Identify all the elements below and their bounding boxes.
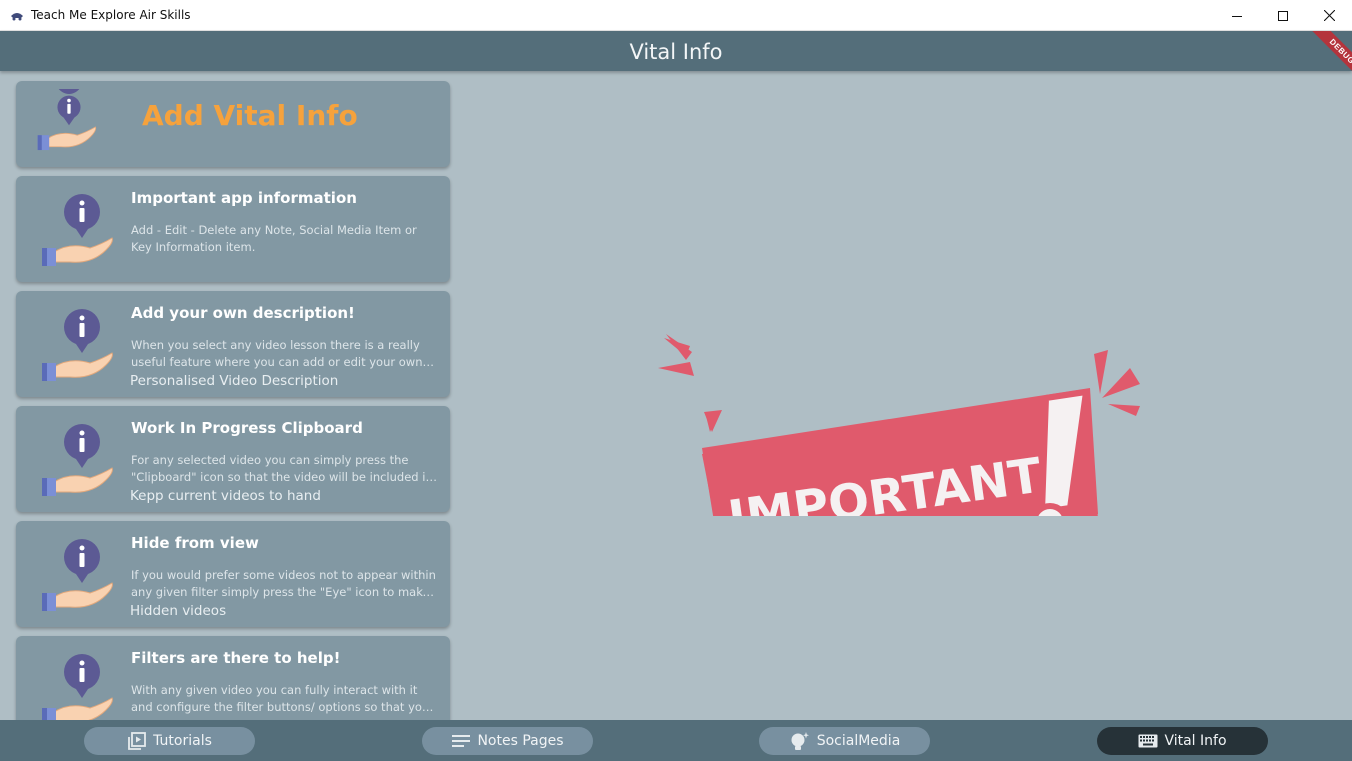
lightbulb-icon: [791, 732, 809, 750]
add-vital-info-title: Add Vital Info: [142, 99, 358, 132]
nav-social-label: SocialMedia: [816, 733, 901, 749]
main-content: Add Vital Info Important app information…: [0, 71, 1352, 720]
window-title: Teach Me Explore Air Skills: [31, 8, 191, 22]
info-card[interactable]: Hide from view If you would prefer some …: [16, 521, 450, 627]
maximize-button[interactable]: [1260, 0, 1306, 31]
app-bar: Vital Info: [0, 31, 1352, 71]
card-description: When you select any video lesson there i…: [131, 338, 423, 369]
nav-notes-label: Notes Pages: [477, 733, 564, 749]
maximize-icon: [1278, 10, 1288, 21]
card-title: Hide from view: [131, 534, 259, 552]
window-titlebar: Teach Me Explore Air Skills: [0, 0, 1352, 31]
card-subtitle: Kepp current videos to hand: [130, 488, 321, 504]
nav-tutorials-label: Tutorials: [153, 733, 212, 749]
nav-vital-info-button[interactable]: Vital Info: [1097, 727, 1268, 755]
important-banner-illustration: IMPORTANT: [658, 334, 1140, 516]
card-title: Important app information: [131, 189, 357, 207]
nav-social-button[interactable]: SocialMedia: [759, 727, 930, 755]
close-icon: [1323, 10, 1335, 21]
card-subtitle: Personalised Video Description: [130, 373, 339, 389]
page-title: Vital Info: [629, 40, 723, 64]
info-hand-icon: [42, 654, 113, 720]
nav-vital-info-label: Vital Info: [1164, 733, 1227, 749]
keyboard-icon: [1138, 734, 1158, 748]
minimize-button[interactable]: [1214, 0, 1260, 31]
debug-banner: DEBUG: [1296, 31, 1352, 87]
bottom-navigation-bar: Tutorials Notes Pages SocialMedia Vital …: [0, 720, 1352, 761]
info-card[interactable]: Filters are there to help! With any give…: [16, 636, 450, 720]
info-card[interactable]: Add your own description! When you selec…: [16, 291, 450, 397]
app-window: Teach Me Explore Air Skills Vital Info D…: [0, 0, 1352, 761]
nav-notes-button[interactable]: Notes Pages: [422, 727, 593, 755]
add-vital-info-card[interactable]: Add Vital Info: [16, 81, 450, 167]
info-hand-icon: [37, 89, 97, 151]
card-description: Add - Edit - Delete any Note, Social Med…: [131, 223, 417, 254]
info-hand-icon: [42, 309, 113, 381]
info-hand-icon: [42, 194, 113, 266]
close-button[interactable]: [1306, 0, 1352, 31]
card-title: Work In Progress Clipboard: [131, 419, 363, 437]
minimize-icon: [1232, 15, 1242, 17]
card-subtitle: Hidden videos: [130, 603, 227, 619]
card-description: For any selected video you can simply pr…: [131, 453, 433, 484]
app-logo-icon: [11, 13, 23, 21]
card-title: Add your own description!: [131, 304, 355, 322]
card-description: With any given video you can fully inter…: [131, 683, 430, 714]
card-title: Filters are there to help!: [131, 649, 341, 667]
notes-lines-icon: [452, 735, 471, 747]
video-library-icon: [128, 732, 147, 750]
debug-label: DEBUG: [1309, 31, 1352, 85]
info-hand-icon: [42, 424, 113, 496]
nav-tutorials-button[interactable]: Tutorials: [84, 727, 255, 755]
card-description: If you would prefer some videos not to a…: [131, 568, 436, 599]
info-hand-icon: [42, 539, 113, 611]
info-card[interactable]: Work In Progress Clipboard For any selec…: [16, 406, 450, 512]
info-card[interactable]: Important app information Add - Edit - D…: [16, 176, 450, 282]
